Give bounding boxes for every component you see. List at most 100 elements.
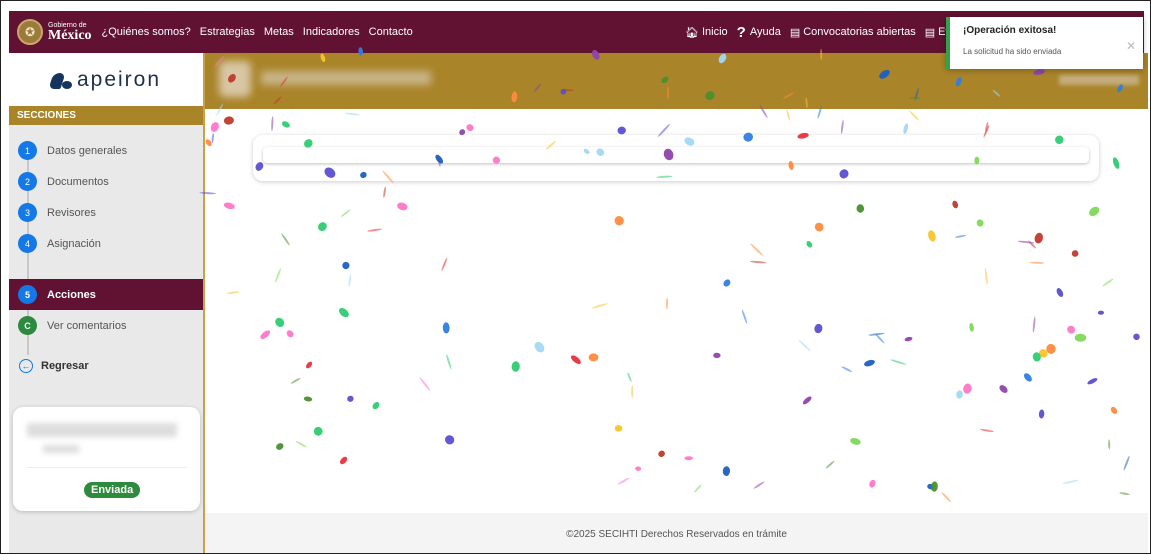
confetti-piece bbox=[665, 297, 669, 310]
confetti-piece bbox=[1097, 310, 1104, 315]
step-ver-comentarios[interactable]: C Ver comentarios bbox=[9, 310, 203, 341]
confetti-piece bbox=[511, 361, 520, 372]
seal-icon: ✪ bbox=[17, 19, 43, 45]
home-icon: 🏠︎ bbox=[685, 26, 699, 39]
confetti-piece bbox=[1102, 278, 1114, 287]
back-label: Regresar bbox=[41, 360, 89, 372]
confetti-piece bbox=[342, 261, 350, 270]
confetti-piece bbox=[1029, 261, 1045, 264]
blurred-text bbox=[1059, 75, 1139, 85]
confetti-piece bbox=[1074, 333, 1087, 342]
confetti-piece bbox=[466, 124, 474, 132]
confetti-piece bbox=[205, 139, 212, 147]
nav-inicio[interactable]: 🏠︎ Inicio bbox=[685, 26, 728, 39]
confetti-piece bbox=[367, 228, 382, 232]
confetti-piece bbox=[723, 279, 731, 287]
nav-link-contacto[interactable]: Contacto bbox=[369, 26, 413, 38]
confetti-piece bbox=[985, 121, 989, 133]
confetti-piece bbox=[999, 385, 1008, 393]
blurred-text bbox=[43, 445, 79, 453]
step-asignacion[interactable]: 4 Asignación bbox=[9, 228, 203, 259]
close-icon[interactable]: ✕ bbox=[1126, 39, 1136, 53]
step-label: Documentos bbox=[47, 175, 109, 188]
step-number: 1 bbox=[18, 141, 37, 160]
nav-inicio-label: Inicio bbox=[701, 26, 728, 38]
confetti-piece bbox=[223, 116, 234, 125]
confetti-piece bbox=[275, 317, 285, 327]
confetti-piece bbox=[397, 202, 408, 211]
confetti-piece bbox=[890, 359, 907, 365]
confetti-piece bbox=[372, 402, 380, 410]
avatar bbox=[219, 61, 251, 97]
nav-link-quienes[interactable]: ¿Quiénes somos? bbox=[102, 26, 191, 38]
nav-links: ¿Quiénes somos? Estrategias Metas Indica… bbox=[102, 26, 422, 38]
step-label: Acciones bbox=[47, 288, 96, 301]
confetti-piece bbox=[1056, 288, 1064, 297]
step-number: 2 bbox=[18, 172, 37, 191]
confetti-piece bbox=[281, 233, 290, 246]
confetti-piece bbox=[1123, 455, 1130, 471]
confetti-piece bbox=[275, 268, 281, 283]
confetti-piece bbox=[941, 492, 952, 503]
confetti-piece bbox=[570, 355, 581, 365]
arrow-left-icon: ← bbox=[19, 359, 33, 373]
confetti-piece bbox=[753, 481, 765, 489]
nav-link-indicadores[interactable]: Indicadores bbox=[303, 26, 360, 38]
step-acciones[interactable]: 5 Acciones bbox=[9, 279, 203, 310]
confetti-piece bbox=[750, 243, 764, 256]
step-datos-generales[interactable]: 1 Datos generales bbox=[9, 135, 203, 166]
nav-ayuda[interactable]: ? Ayuda bbox=[737, 24, 781, 41]
nav-convocatorias[interactable]: ▤ Convocatorias abiertas bbox=[790, 26, 916, 39]
confetti-piece bbox=[868, 332, 885, 336]
confetti-piece bbox=[802, 396, 812, 405]
confetti-piece bbox=[290, 377, 301, 384]
steps-list: 1 Datos generales 2 Documentos 3 Revisor… bbox=[9, 125, 203, 355]
blurred-text bbox=[27, 423, 177, 437]
confetti-piece bbox=[1032, 352, 1041, 362]
confetti-piece bbox=[1089, 206, 1100, 217]
confetti-piece bbox=[750, 260, 767, 264]
confetti-piece bbox=[260, 330, 271, 339]
confetti-piece bbox=[976, 219, 984, 227]
confetti-piece bbox=[984, 267, 988, 285]
confetti-piece bbox=[1038, 409, 1045, 419]
confetti-piece bbox=[295, 440, 307, 448]
confetti-piece bbox=[869, 479, 876, 488]
step-revisores[interactable]: 3 Revisores bbox=[9, 197, 203, 228]
step-label: Ver comentarios bbox=[47, 319, 127, 332]
confetti-piece bbox=[614, 424, 623, 432]
confetti-piece bbox=[928, 230, 936, 242]
confetti-piece bbox=[271, 116, 274, 132]
step-number: 3 bbox=[18, 203, 37, 222]
confetti-piece bbox=[814, 222, 824, 232]
confetti-piece bbox=[306, 361, 313, 369]
confetti-piece bbox=[1032, 316, 1036, 333]
confetti-piece bbox=[340, 209, 351, 217]
confetti-piece bbox=[1034, 232, 1044, 244]
confetti-piece bbox=[1071, 250, 1079, 257]
confetti-piece bbox=[952, 200, 959, 209]
confetti-piece bbox=[875, 333, 885, 344]
confetti-piece bbox=[286, 330, 294, 338]
confetti-piece bbox=[927, 483, 935, 490]
brand-logo[interactable]: apeiron bbox=[9, 53, 203, 106]
back-button[interactable]: ← Regresar bbox=[9, 359, 203, 373]
confetti-piece bbox=[722, 466, 731, 476]
confetti-piece bbox=[904, 336, 913, 342]
confetti-piece bbox=[713, 352, 721, 359]
app-window: ✪ Gobierno de México ¿Quiénes somos? Est… bbox=[0, 0, 1151, 554]
nav-link-estrategias[interactable]: Estrategias bbox=[200, 26, 255, 38]
nav-right: 🏠︎ Inicio ? Ayuda ▤ Convocatorias abiert… bbox=[685, 24, 986, 41]
confetti-piece bbox=[798, 340, 811, 352]
footer-text: ©2025 SECIHTI Derechos Reservados en trá… bbox=[566, 528, 787, 540]
nav-link-metas[interactable]: Metas bbox=[264, 26, 294, 38]
content-panel bbox=[253, 135, 1099, 181]
gobierno-logo[interactable]: ✪ Gobierno de México bbox=[17, 19, 92, 45]
confetti-piece bbox=[814, 323, 823, 334]
document-icon: ▤ bbox=[789, 26, 801, 39]
confetti-piece bbox=[1062, 479, 1079, 484]
step-documentos[interactable]: 2 Documentos bbox=[9, 166, 203, 197]
confetti-piece bbox=[840, 119, 844, 134]
step-label: Datos generales bbox=[47, 144, 128, 157]
confetti-piece bbox=[614, 216, 624, 226]
